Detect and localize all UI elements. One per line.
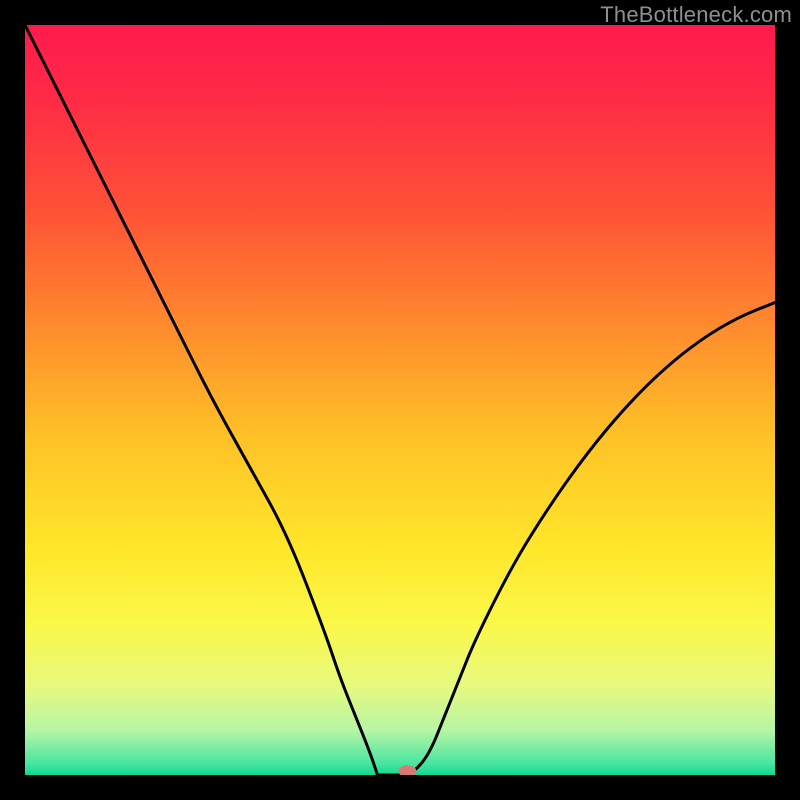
chart-frame: TheBottleneck.com — [0, 0, 800, 800]
watermark-text: TheBottleneck.com — [600, 2, 792, 28]
bottleneck-chart — [25, 25, 775, 775]
gradient-rect — [25, 25, 775, 775]
